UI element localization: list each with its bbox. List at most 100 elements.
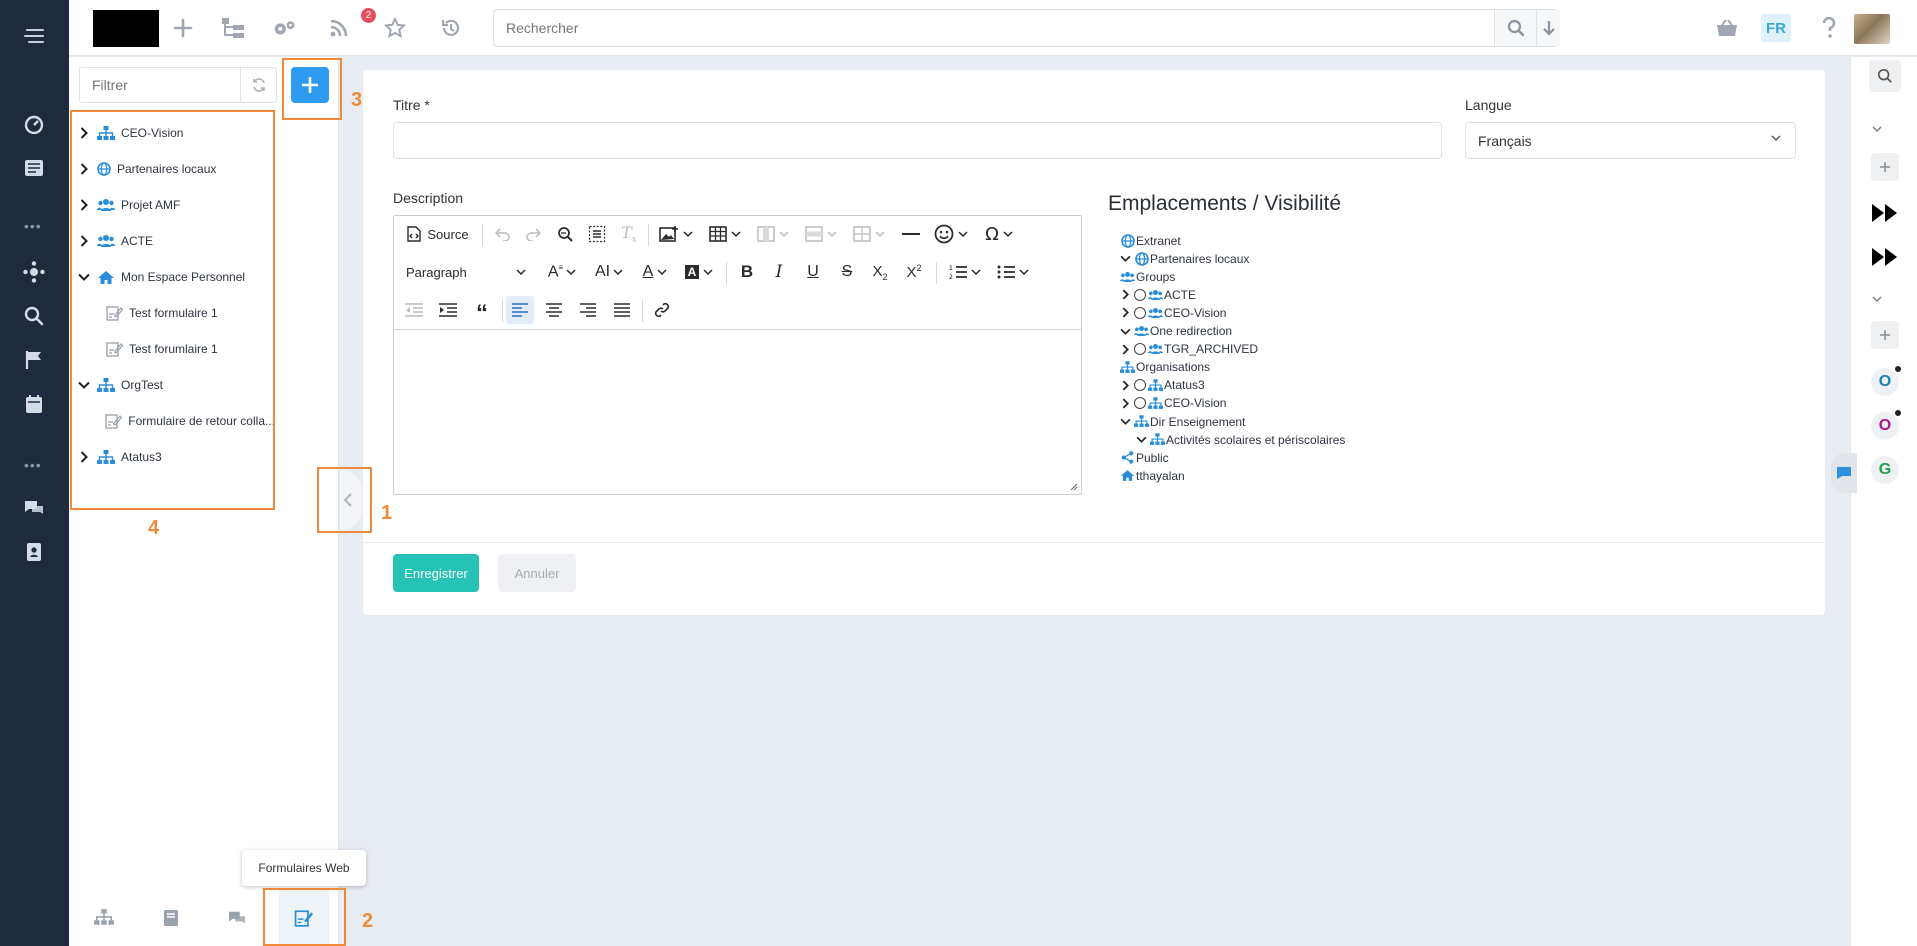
space-avatar-o2[interactable]: O	[1871, 410, 1901, 440]
calendar-icon[interactable]	[22, 392, 46, 416]
bullet-list-button[interactable]	[992, 258, 1034, 286]
space-avatar-o1[interactable]: O	[1871, 366, 1901, 396]
right-add-button[interactable]	[1871, 153, 1899, 181]
visibility-node[interactable]: ACTE	[1118, 286, 1196, 303]
special-chars-button[interactable]: Ω	[978, 220, 1020, 248]
undo-button[interactable]	[490, 220, 516, 248]
settings-gears-icon[interactable]	[272, 16, 296, 40]
chevron-down-icon[interactable]	[1861, 113, 1893, 145]
underline-button[interactable]: U	[800, 258, 826, 286]
titre-input[interactable]	[393, 122, 1442, 159]
star-icon[interactable]	[383, 16, 407, 40]
search-options-button[interactable]	[1536, 10, 1560, 46]
right-search-button[interactable]	[1869, 60, 1901, 92]
visibility-node[interactable]: CEO-Vision	[1118, 304, 1226, 321]
langue-select[interactable]: Français	[1465, 122, 1796, 159]
radio-button[interactable]	[1134, 397, 1146, 410]
chevron-down-icon[interactable]	[1118, 415, 1132, 429]
table-row-button[interactable]	[800, 220, 842, 248]
radio-button[interactable]	[1134, 343, 1146, 356]
chevron-down-icon[interactable]	[1134, 433, 1148, 447]
radio-button[interactable]	[1134, 306, 1146, 319]
redo-button[interactable]	[520, 220, 546, 248]
insert-image-button[interactable]	[654, 220, 698, 248]
radio-button[interactable]	[1134, 288, 1146, 301]
language-badge[interactable]: FR	[1761, 14, 1791, 42]
horizontal-line-button[interactable]	[898, 220, 924, 248]
justify-button[interactable]	[608, 296, 636, 324]
merge-cells-button[interactable]	[848, 220, 890, 248]
user-avatar[interactable]	[1854, 14, 1890, 44]
chevron-right-icon[interactable]	[1118, 342, 1132, 356]
visibility-node[interactable]: TGR_ARCHIVED	[1118, 341, 1258, 358]
help-icon[interactable]	[1817, 16, 1841, 40]
visibility-node[interactable]: Partenaires locaux	[1118, 250, 1249, 267]
find-replace-button[interactable]	[552, 220, 578, 248]
cancel-button[interactable]: Annuler	[498, 554, 576, 592]
visibility-node[interactable]: Extranet	[1120, 232, 1181, 249]
fast-forward-icon-2[interactable]	[1869, 241, 1901, 273]
insert-table-button[interactable]	[704, 220, 746, 248]
remove-format-button[interactable]: Tx	[616, 220, 642, 248]
blockquote-button[interactable]: “	[468, 296, 496, 326]
sitemap-icon[interactable]	[221, 16, 245, 40]
chevron-right-icon[interactable]	[1118, 288, 1132, 302]
select-all-button[interactable]	[584, 220, 610, 248]
zoom-search-icon[interactable]	[22, 304, 46, 328]
visibility-node[interactable]: Activités scolaires et périscolaires	[1134, 431, 1345, 448]
right-add-button-2[interactable]	[1871, 321, 1899, 349]
chevron-down-icon[interactable]	[1118, 252, 1132, 266]
rss-icon[interactable]	[327, 16, 351, 40]
more-dots-icon[interactable]: •••	[24, 218, 42, 234]
font-size-button[interactable]: A≡	[542, 258, 582, 286]
table-column-button[interactable]	[752, 220, 794, 248]
visibility-node[interactable]: CEO-Vision	[1118, 395, 1226, 412]
radio-button[interactable]	[1134, 379, 1146, 392]
chevron-down-icon-2[interactable]	[1861, 283, 1893, 315]
chevron-right-icon[interactable]	[1118, 396, 1132, 410]
contacts-icon[interactable]	[22, 540, 46, 564]
tab-book[interactable]	[146, 889, 196, 946]
dashboard-icon[interactable]	[22, 112, 46, 136]
numbered-list-button[interactable]: 12	[944, 258, 986, 286]
more-dots-icon-2[interactable]: •••	[24, 457, 42, 473]
space-avatar-g[interactable]: G	[1871, 456, 1899, 484]
flag-icon[interactable]	[22, 348, 46, 372]
menu-icon[interactable]	[22, 24, 46, 48]
italic-button[interactable]: I	[766, 258, 792, 286]
chat-toggle-button[interactable]	[1831, 453, 1857, 493]
indent-button[interactable]	[434, 296, 462, 324]
plus-icon[interactable]	[171, 16, 195, 40]
visibility-node[interactable]: Organisations	[1120, 359, 1210, 376]
save-button[interactable]: Enregistrer	[393, 554, 479, 592]
align-right-button[interactable]	[574, 296, 602, 324]
history-icon[interactable]	[439, 16, 463, 40]
link-button[interactable]	[648, 296, 676, 324]
chevron-down-icon[interactable]	[1118, 324, 1132, 338]
news-icon[interactable]	[22, 156, 46, 180]
tab-forum[interactable]	[212, 889, 262, 946]
visibility-node[interactable]: One redirection	[1118, 323, 1232, 340]
align-left-button[interactable]	[506, 296, 534, 324]
bold-button[interactable]: B	[734, 258, 760, 286]
emoji-button[interactable]	[930, 220, 972, 248]
fast-forward-icon[interactable]	[1869, 197, 1901, 229]
strikethrough-button[interactable]: S	[834, 258, 860, 286]
chat-icon[interactable]	[22, 496, 46, 520]
outdent-button[interactable]	[400, 296, 428, 324]
chevron-right-icon[interactable]	[1118, 306, 1132, 320]
visibility-node[interactable]: Dir Enseignement	[1118, 413, 1245, 430]
chevron-right-icon[interactable]	[1118, 378, 1132, 392]
font-family-button[interactable]: AI	[588, 258, 630, 286]
superscript-button[interactable]: X2	[900, 258, 928, 286]
editor-content-area[interactable]	[394, 331, 1081, 494]
filter-input[interactable]	[80, 68, 240, 102]
visibility-node[interactable]: Public	[1120, 449, 1169, 466]
app-logo[interactable]	[93, 10, 159, 47]
source-button[interactable]: Source	[402, 220, 472, 248]
search-button[interactable]	[1494, 10, 1536, 46]
basket-icon[interactable]	[1715, 16, 1739, 40]
search-input[interactable]	[494, 10, 1534, 46]
visibility-node[interactable]: Groups	[1120, 268, 1175, 285]
refresh-button[interactable]	[240, 68, 276, 102]
